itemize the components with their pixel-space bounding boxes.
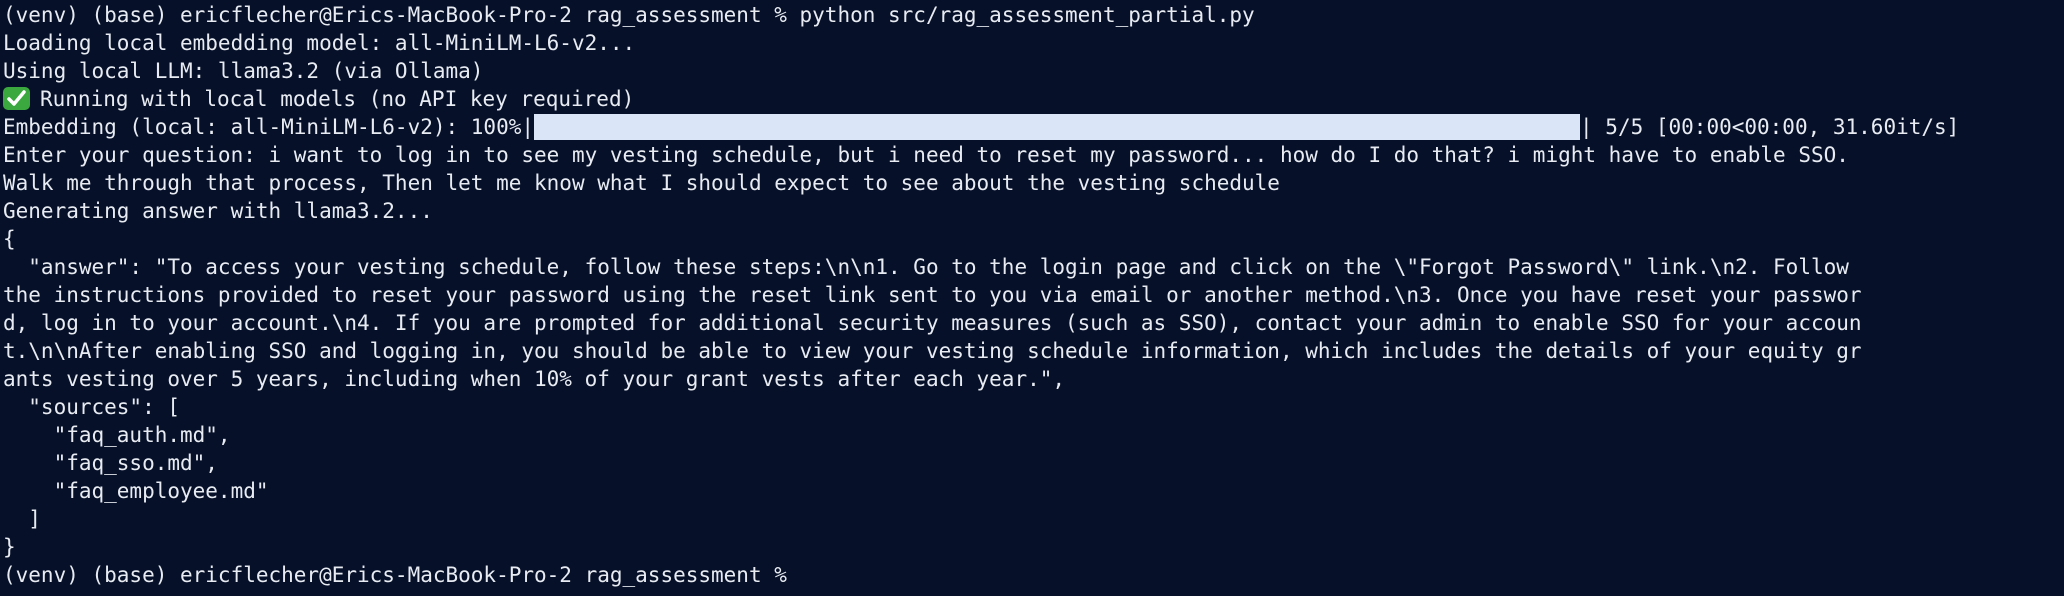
- json-output-line: d, log in to your account.\n4. If you ar…: [3, 311, 1862, 335]
- json-output-line: "faq_sso.md",: [3, 451, 218, 475]
- local-llm-line: Using local LLM: llama3.2 (via Ollama): [3, 59, 484, 83]
- final-prompt-line[interactable]: (venv) (base) ericflecher@Erics-MacBook-…: [0, 561, 2064, 589]
- json-output-line: the instructions provided to reset your …: [3, 283, 1862, 307]
- check-mark-button-icon: [3, 87, 30, 110]
- progress-bar-fill: [534, 114, 1581, 140]
- json-output-line: "faq_employee.md": [3, 479, 269, 503]
- running-local-line: Running with local models (no API key re…: [0, 85, 2064, 113]
- json-output-line: ]: [3, 507, 41, 531]
- json-output-line: t.\n\nAfter enabling SSO and logging in,…: [3, 339, 1862, 363]
- json-output-line: "answer": "To access your vesting schedu…: [3, 255, 1849, 279]
- json-output-line: }: [3, 535, 16, 559]
- json-output-line: "faq_auth.md",: [3, 423, 231, 447]
- json-output-line: "sources": [: [3, 395, 181, 419]
- command-line: (venv) (base) ericflecher@Erics-MacBook-…: [3, 3, 1255, 27]
- embedding-progress-line: Embedding (local: all-MiniLM-L6-v2): 100…: [0, 113, 2064, 141]
- json-output-line: {: [3, 227, 16, 251]
- question-line-continued: Walk me through that process, Then let m…: [3, 171, 1280, 195]
- generating-answer-line: Generating answer with llama3.2...: [3, 199, 433, 223]
- question-line: Enter your question: i want to log in to…: [3, 143, 1849, 167]
- progress-prefix: Embedding (local: all-MiniLM-L6-v2): 100…: [3, 115, 535, 139]
- progress-suffix: | 5/5 [00:00<00:00, 31.60it/s]: [1580, 115, 1960, 139]
- terminal-window[interactable]: (venv) (base) ericflecher@Erics-MacBook-…: [0, 0, 2064, 596]
- running-local-text: Running with local models (no API key re…: [40, 87, 635, 111]
- loading-embedding-line: Loading local embedding model: all-MiniL…: [3, 31, 636, 55]
- json-output-line: ants vesting over 5 years, including whe…: [3, 367, 1066, 391]
